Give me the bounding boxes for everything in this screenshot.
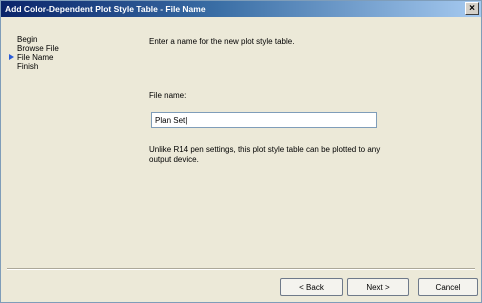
file-name-input[interactable] [151, 112, 377, 128]
footer-separator [7, 268, 475, 270]
step-browse-file: Browse File [9, 44, 119, 53]
close-icon: × [469, 3, 475, 14]
cancel-button[interactable]: Cancel [418, 278, 478, 296]
next-button[interactable]: Next > [347, 278, 409, 296]
step-label: File Name [17, 53, 54, 62]
step-begin: Begin [9, 35, 119, 44]
current-step-arrow-icon [9, 54, 14, 60]
note-text: Unlike R14 pen settings, this plot style… [149, 145, 381, 164]
close-button[interactable]: × [465, 2, 479, 15]
intro-text: Enter a name for the new plot style tabl… [149, 37, 295, 46]
step-label: Browse File [17, 44, 59, 53]
wizard-steps: Begin Browse File File Name Finish [9, 35, 119, 71]
window-title: Add Color-Dependent Plot Style Table - F… [5, 4, 206, 14]
step-label: Begin [17, 35, 38, 44]
step-finish: Finish [9, 62, 119, 71]
dialog-content: Begin Browse File File Name Finish Enter… [1, 17, 481, 267]
file-name-label: File name: [149, 91, 187, 100]
step-label: Finish [17, 62, 39, 71]
step-file-name: File Name [9, 53, 119, 62]
title-bar[interactable]: Add Color-Dependent Plot Style Table - F… [1, 1, 481, 17]
back-button[interactable]: < Back [280, 278, 343, 296]
dialog-window: Add Color-Dependent Plot Style Table - F… [0, 0, 482, 303]
